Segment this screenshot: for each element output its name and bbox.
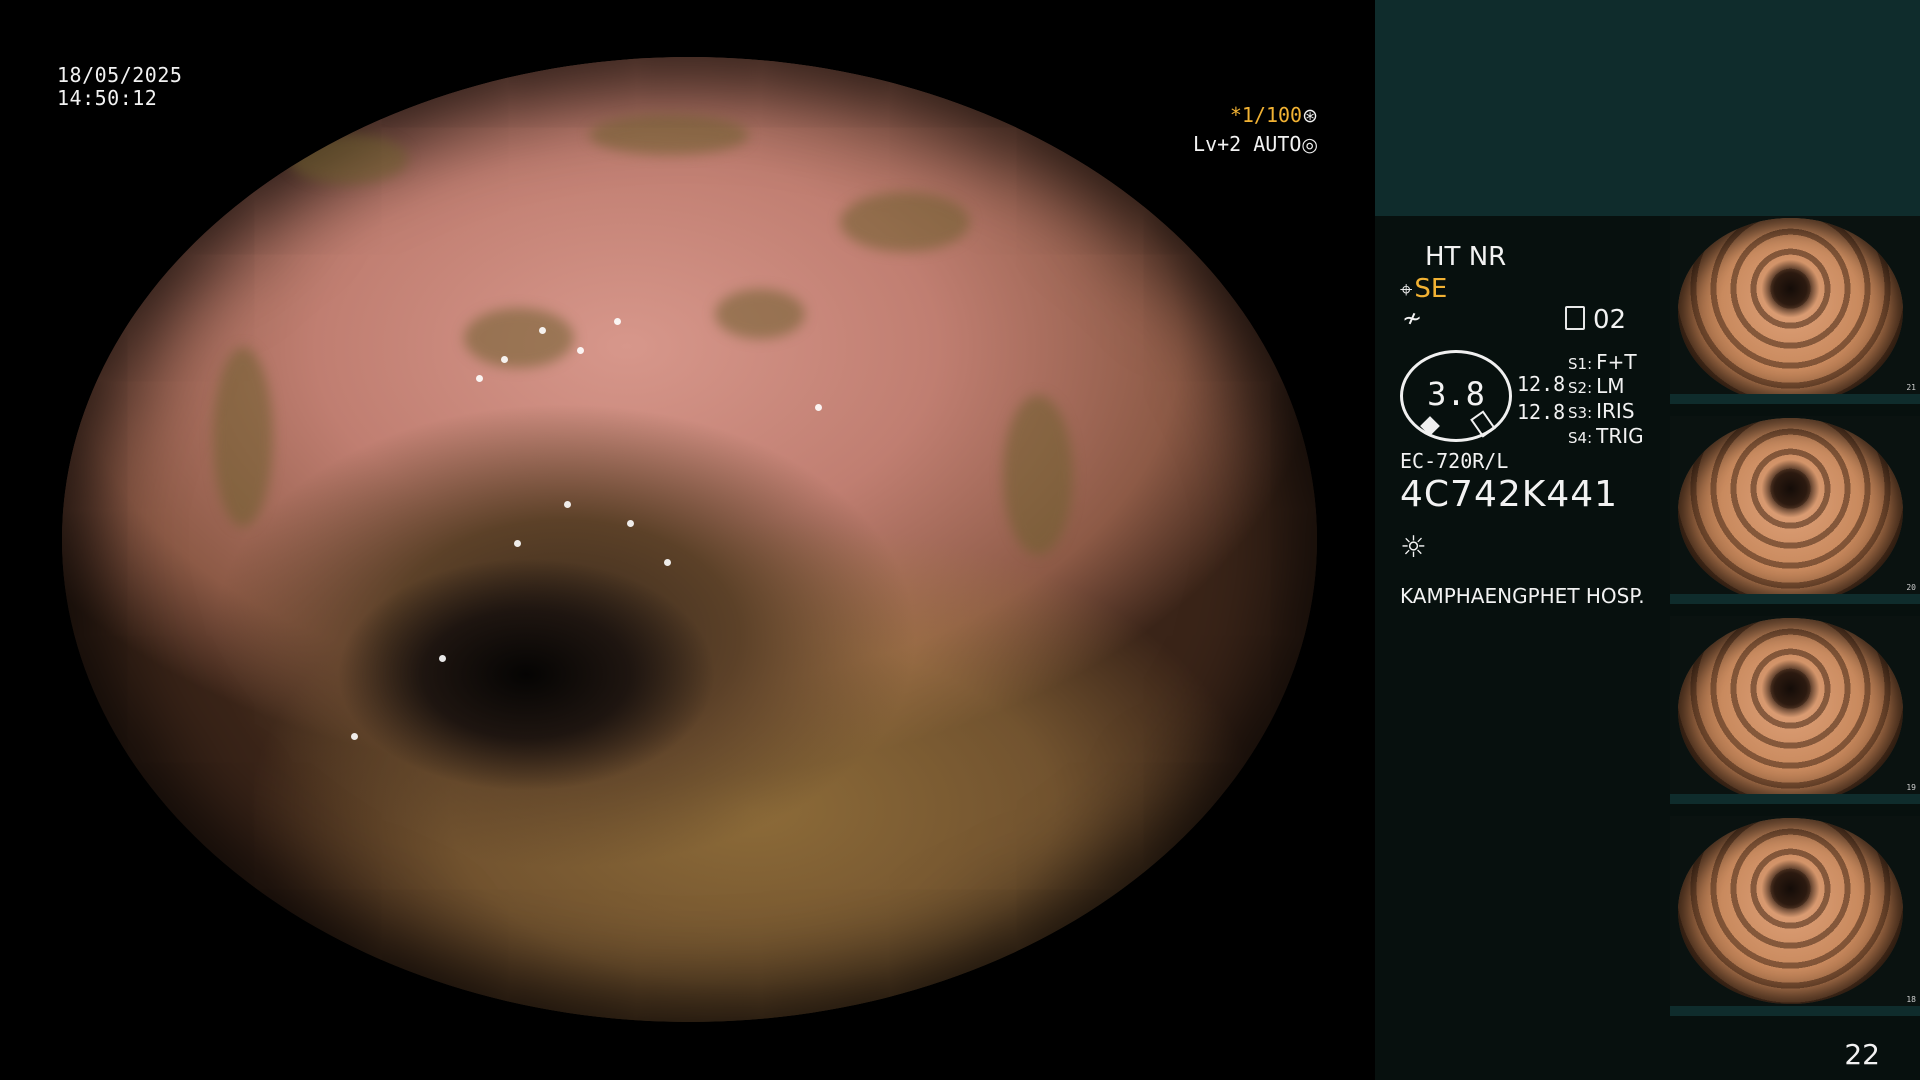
scope-model: EC-720R/L — [1400, 449, 1509, 473]
memory-card-icon — [1565, 306, 1585, 330]
panel-header-area — [1375, 0, 1920, 216]
mode-ht-nr: HT NR — [1425, 242, 1507, 272]
structure-enhancement-label: SE — [1414, 274, 1448, 304]
thumbnail-index: 20 — [1906, 583, 1916, 592]
date-time-readout: 18/05/2025 14:50:12 — [57, 64, 182, 110]
structure-enhancement: ⌖SE — [1400, 274, 1447, 304]
switch-s1: S1: F+T — [1568, 350, 1637, 374]
capture-thumbnail[interactable]: 19 — [1670, 616, 1920, 804]
level-readout-2: 12.8 — [1517, 400, 1566, 424]
thumbnail-image — [1678, 618, 1903, 804]
zoom-value: 3.8 — [1427, 375, 1485, 413]
memory-number: 02 — [1565, 305, 1626, 335]
thumbnail-index: 21 — [1906, 383, 1916, 392]
scope-serial: 4C742K441 — [1400, 474, 1619, 515]
time-text: 14:50:12 — [57, 86, 158, 110]
exposure-text: *1/100 — [1229, 103, 1303, 127]
thumbnail-image — [1678, 418, 1903, 604]
thumbnail-caption-bar — [1670, 794, 1920, 804]
switch-s3: S3: IRIS — [1568, 399, 1635, 423]
shutter-icon: ⊛ — [1302, 105, 1318, 127]
zoom-gauge: 3.8 — [1400, 350, 1512, 442]
filter-icon: ≁ — [1402, 304, 1423, 332]
thumbnail-image — [1678, 218, 1903, 404]
thumbnail-image — [1678, 818, 1903, 1004]
hospital-name: KAMPHAENGPHET HOSP. — [1400, 584, 1645, 608]
level-readout-1: 12.8 — [1517, 372, 1566, 396]
thumbnail-caption-bar — [1670, 594, 1920, 604]
memory-number-value: 02 — [1593, 305, 1627, 335]
thumbnail-caption-bar — [1670, 394, 1920, 404]
endoscopic-view — [62, 57, 1317, 1022]
switch-s2: S2: LM — [1568, 374, 1625, 398]
capture-thumbnail[interactable]: 21 — [1670, 216, 1920, 404]
view-settings: *1/100⊛ Lv+2 AUTO◎ — [1193, 101, 1318, 159]
page-number: 22 — [1844, 1038, 1880, 1071]
capture-thumbnail[interactable]: 20 — [1670, 416, 1920, 604]
thumbnail-index: 19 — [1906, 783, 1916, 792]
switch-s4: S4: TRIG — [1568, 424, 1644, 448]
gauge-marker-icon — [1420, 416, 1440, 436]
brightness-text: Lv+2 AUTO — [1193, 132, 1302, 156]
capture-thumbnail[interactable]: 18 — [1670, 816, 1920, 1016]
scope-icon: ⌖ — [1400, 278, 1413, 303]
thumbnail-index: 18 — [1906, 995, 1916, 1004]
light-source-icon: ☼ — [1400, 530, 1427, 565]
date-text: 18/05/2025 — [57, 63, 183, 87]
iris-icon: ◎ — [1301, 134, 1318, 156]
thumbnail-caption-bar — [1670, 1006, 1920, 1016]
